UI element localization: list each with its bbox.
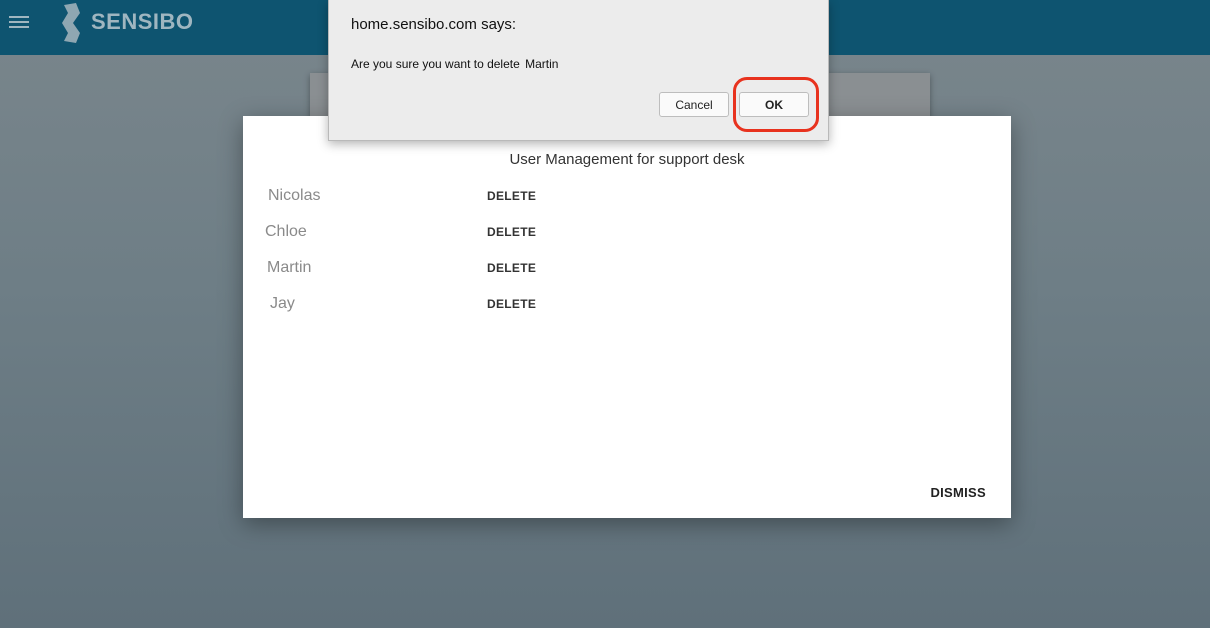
user-row: Jay DELETE (243, 295, 1011, 325)
delete-user-button[interactable]: DELETE (487, 189, 536, 203)
cancel-button[interactable]: Cancel (659, 92, 729, 117)
alert-message: Are you sure you want to delete Martin (351, 57, 558, 71)
user-row: Martin DELETE (243, 259, 1011, 289)
alert-title: home.sensibo.com says: (351, 16, 517, 33)
dialog-title: User Management for support desk (509, 151, 745, 168)
user-row: Chloe DELETE (243, 223, 1011, 253)
delete-user-button[interactable]: DELETE (487, 225, 536, 239)
dismiss-button[interactable]: DISMISS (930, 485, 986, 500)
alert-message-text: Are you sure you want to delete (351, 57, 520, 71)
delete-user-button[interactable]: DELETE (487, 261, 536, 275)
user-management-dialog: User Management for support desk Nicolas… (243, 116, 1011, 518)
user-name: Chloe (265, 223, 307, 240)
sensibo-logo-icon (62, 3, 80, 43)
user-row: Nicolas DELETE (243, 187, 1011, 217)
delete-user-button[interactable]: DELETE (487, 297, 536, 311)
user-name: Martin (267, 259, 312, 276)
user-name: Jay (270, 295, 295, 312)
brand-logo-text: SENSIBO (91, 9, 194, 34)
alert-target-name: Martin (525, 57, 559, 71)
ok-button[interactable]: OK (739, 92, 809, 117)
user-name: Nicolas (268, 187, 321, 204)
browser-confirm-dialog: home.sensibo.com says: Are you sure you … (328, 0, 829, 141)
hamburger-menu-icon[interactable] (9, 13, 29, 31)
